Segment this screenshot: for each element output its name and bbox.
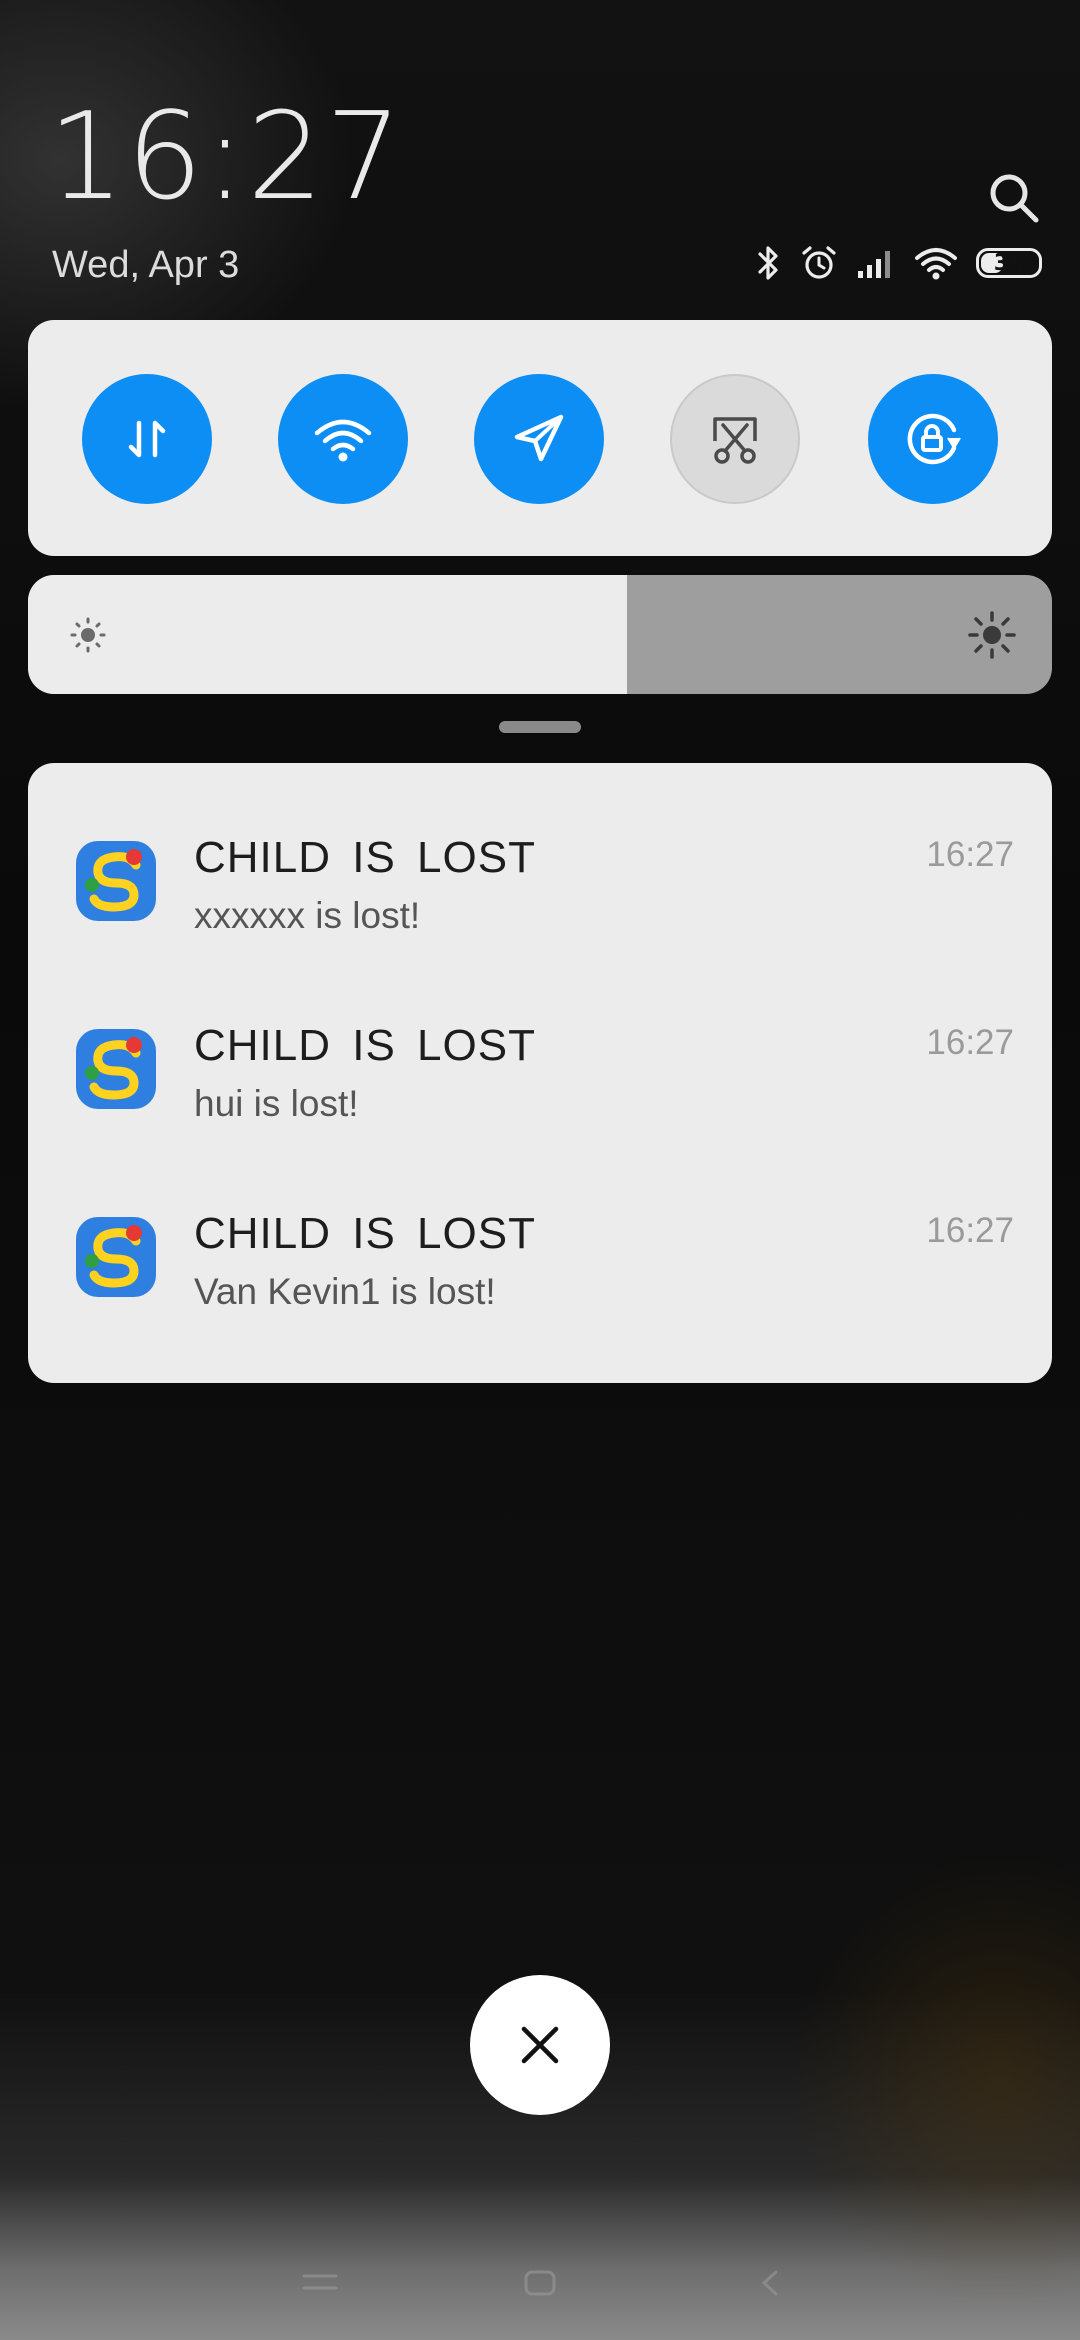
toggle-screenshot[interactable] xyxy=(670,374,800,504)
notification-item[interactable]: CHILD IS LOST hui is lost! 16:27 xyxy=(28,951,1052,1139)
date-label: Wed, Apr 3 xyxy=(52,244,240,286)
brightness-slider[interactable] xyxy=(28,575,1052,694)
home-nav-icon[interactable] xyxy=(522,2268,558,2298)
app-icon xyxy=(76,1029,156,1109)
notification-title: CHILD IS LOST xyxy=(194,1021,536,1070)
notification-item[interactable]: CHILD IS LOST xxxxxx is lost! 16:27 xyxy=(28,763,1052,951)
menu-nav-icon[interactable] xyxy=(300,2268,340,2298)
quick-toggles-panel xyxy=(28,320,1052,556)
signal-icon xyxy=(858,251,890,278)
scissors-icon xyxy=(713,417,757,464)
wifi-icon xyxy=(314,419,372,462)
app-icon xyxy=(76,1217,156,1297)
toggle-location[interactable] xyxy=(474,374,604,504)
wifi-icon xyxy=(915,248,957,280)
back-nav-icon[interactable] xyxy=(756,2268,786,2298)
drag-handle[interactable] xyxy=(499,721,581,733)
notification-item[interactable]: CHILD IS LOST Van Kevin1 is lost! 16:27 xyxy=(28,1139,1052,1327)
data-transfer-icon xyxy=(128,420,166,458)
clear-all-button[interactable] xyxy=(470,1975,610,2115)
clock: 16:27 xyxy=(48,88,404,227)
location-arrow-icon xyxy=(514,414,564,462)
app-icon xyxy=(76,841,156,921)
notification-body: xxxxxx is lost! xyxy=(194,895,421,936)
notification-title: CHILD IS LOST xyxy=(194,833,536,882)
notification-time: 16:27 xyxy=(926,835,1014,874)
battery-level: 36 xyxy=(993,250,1025,276)
bluetooth-icon xyxy=(758,246,778,280)
brightness-fill xyxy=(28,575,628,694)
notification-title: CHILD IS LOST xyxy=(194,1209,536,1258)
notification-shade: 16:27 Wed, Apr 3 36 CHILD IS LOST xxxxxx… xyxy=(0,0,1080,2340)
notification-time: 16:27 xyxy=(926,1211,1014,1250)
status-bar: 36 xyxy=(756,243,1042,283)
notification-body: Van Kevin1 is lost! xyxy=(194,1271,496,1312)
notification-body: hui is lost! xyxy=(194,1083,359,1124)
toggle-rotation-lock[interactable] xyxy=(868,374,998,504)
brightness-low-icon xyxy=(70,617,106,653)
brightness-high-icon xyxy=(968,611,1016,659)
alarm-icon xyxy=(802,246,836,279)
notification-time: 16:27 xyxy=(926,1023,1014,1062)
toggle-wifi[interactable] xyxy=(278,374,408,504)
notification-group: CHILD IS LOST xxxxxx is lost! 16:27 CHIL… xyxy=(28,763,1052,1383)
close-icon xyxy=(521,2026,559,2064)
rotation-lock-icon xyxy=(907,413,961,465)
battery-icon: 36 xyxy=(976,248,1042,278)
toggle-mobile-data[interactable] xyxy=(82,374,212,504)
search-icon[interactable] xyxy=(986,170,1042,226)
